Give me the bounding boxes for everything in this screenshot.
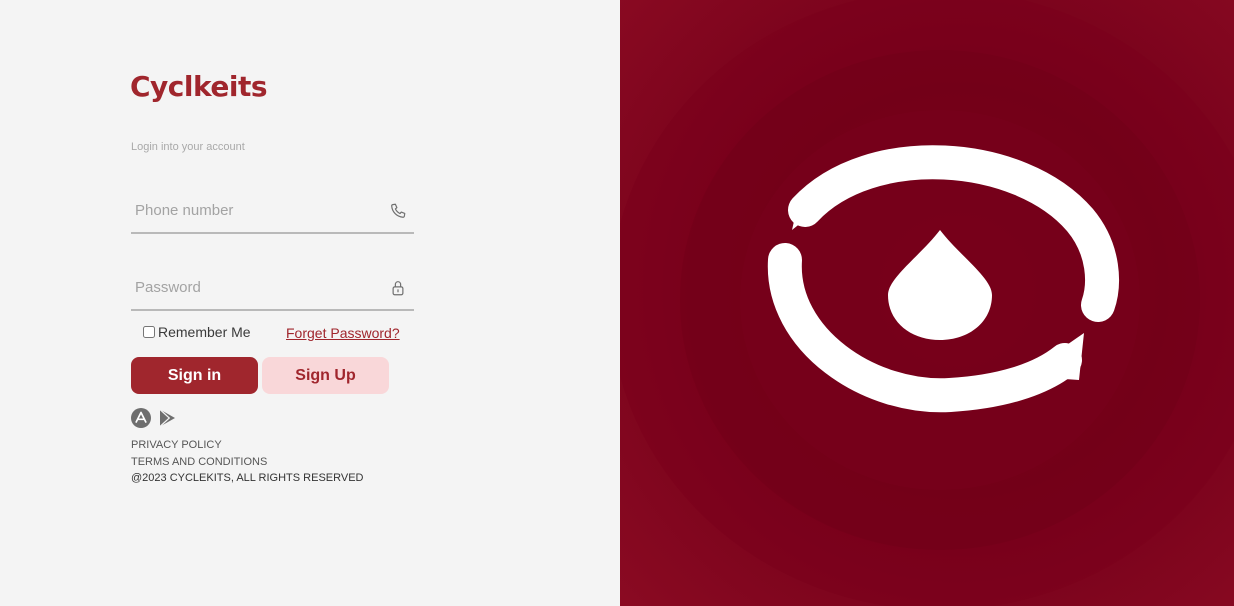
password-input[interactable] [135, 273, 375, 301]
privacy-policy-link[interactable]: PRIVACY POLICY [131, 437, 363, 454]
password-field [131, 273, 414, 311]
sign-in-button[interactable]: Sign in [131, 357, 258, 394]
blood-drop-cycle-icon [767, 145, 1119, 413]
remember-label: Remember Me [158, 324, 251, 340]
lock-icon [389, 279, 407, 297]
remember-checkbox[interactable] [143, 326, 155, 338]
sign-up-button[interactable]: Sign Up [262, 357, 389, 394]
phone-input[interactable] [135, 196, 375, 224]
phone-field [131, 196, 414, 234]
play-store-icon[interactable] [157, 408, 177, 428]
app-store-icon[interactable] [131, 408, 151, 428]
hero-panel [620, 0, 1234, 606]
store-links [131, 408, 177, 428]
remember-me[interactable]: Remember Me [143, 324, 251, 340]
phone-icon [389, 202, 407, 220]
brand-logo-text: Cyclkeits [130, 70, 268, 103]
login-subtitle: Login into your account [131, 141, 245, 153]
copyright-text: @2023 CYCLEKITS, ALL RIGHTS RESERVED [131, 472, 364, 484]
terms-link[interactable]: TERMS AND CONDITIONS [131, 454, 363, 471]
forgot-password-link[interactable]: Forget Password? [286, 325, 400, 341]
footer-links: PRIVACY POLICY TERMS AND CONDITIONS @202… [131, 437, 363, 487]
login-panel: Cyclkeits Login into your account Rememb… [0, 0, 620, 606]
